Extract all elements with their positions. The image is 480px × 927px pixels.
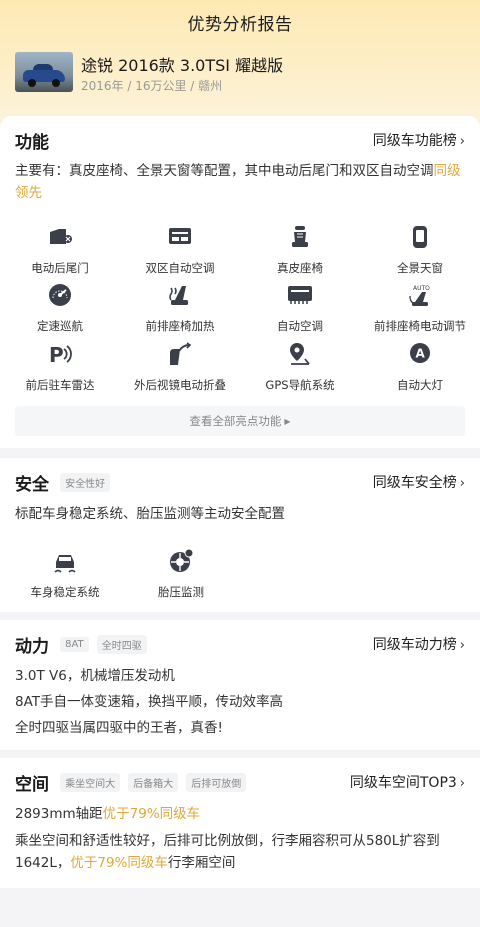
space-title: 空间 bbox=[15, 775, 49, 795]
feature-item[interactable]: 外后视镜电动折叠 bbox=[120, 341, 240, 397]
functions-rank-link[interactable]: 同级车功能榜 › bbox=[373, 130, 465, 150]
power-tag: 全时四驱 bbox=[96, 635, 147, 654]
parking-radar-icon: P bbox=[49, 343, 72, 367]
car-name: 途锐 2016款 3.0TSI 耀越版 bbox=[81, 56, 284, 75]
space-tag: 后备箱大 bbox=[128, 773, 179, 792]
feature-item[interactable]: AUTO 前排座椅电动调节 bbox=[360, 282, 480, 338]
space-tag: 乘坐空间大 bbox=[60, 773, 121, 792]
svg-text:A: A bbox=[416, 347, 426, 361]
chevron-right-icon: › bbox=[459, 476, 465, 491]
feature-item[interactable]: P 前后驻车雷达 bbox=[0, 341, 120, 397]
safety-header: 安全 安全性好 同级车安全榜 › bbox=[15, 470, 465, 495]
functions-desc: 主要有：真皮座椅、全景天窗等配置，其中电动后尾门和双区自动空调同级领先 bbox=[15, 163, 461, 201]
space-rank-link[interactable]: 同级车空间TOP3 › bbox=[350, 772, 465, 792]
power-header: 动力 8AT 全时四驱 同级车动力榜 › bbox=[15, 632, 465, 657]
power-rank-link[interactable]: 同级车动力榜 › bbox=[373, 634, 465, 654]
feature-item[interactable]: 车身稳定系统 bbox=[5, 548, 125, 604]
feature-item[interactable]: GPS导航系统 bbox=[240, 341, 360, 397]
feature-item[interactable]: 定速巡航 bbox=[0, 282, 120, 338]
feature-item[interactable]: 双区自动空调 bbox=[120, 224, 240, 280]
safety-card: 安全 安全性好 同级车安全榜 › 标配车身稳定系统、胎压监测等主动安全配置 车身稳… bbox=[0, 458, 480, 612]
functions-title: 功能 bbox=[15, 133, 49, 153]
feature-item[interactable]: 真皮座椅 bbox=[240, 224, 360, 280]
dual-zone-ac-icon bbox=[169, 228, 191, 244]
feature-item[interactable]: 自动空调 bbox=[240, 282, 360, 338]
page-title: 优势分析报告 bbox=[187, 15, 293, 35]
space-header: 空间 乘坐空间大 后备箱大 后排可放倒 同级车空间TOP3 › bbox=[15, 770, 465, 795]
stability-control-icon bbox=[54, 555, 76, 573]
triangle-right-icon: ▶ bbox=[284, 417, 291, 426]
power-line: 全时四驱当属四驱中的王者，真香! bbox=[15, 720, 223, 736]
safety-tag: 安全性好 bbox=[60, 473, 111, 492]
car-thumbnail bbox=[15, 52, 73, 92]
gps-navigation-icon bbox=[290, 343, 310, 365]
feature-item[interactable]: 胎压监测 bbox=[121, 548, 241, 604]
power-line: 8AT手自一体变速箱，换挡平顺，传动效率高 bbox=[15, 694, 284, 710]
svg-text:AUTO: AUTO bbox=[413, 285, 430, 292]
space-card: 空间 乘坐空间大 后备箱大 后排可放倒 同级车空间TOP3 › 2893mm轴距优… bbox=[0, 758, 480, 888]
chevron-right-icon: › bbox=[459, 134, 465, 149]
power-tailgate-icon bbox=[50, 229, 72, 244]
svg-text:P: P bbox=[49, 343, 64, 367]
chevron-right-icon: › bbox=[459, 776, 465, 791]
space-tag: 后排可放倒 bbox=[186, 773, 247, 792]
auto-ac-icon bbox=[288, 286, 312, 304]
power-title: 动力 bbox=[15, 637, 49, 657]
power-tag: 8AT bbox=[60, 637, 89, 652]
leather-seat-icon bbox=[292, 226, 308, 247]
space-wheelbase: 2893mm轴距优于79%同级车 bbox=[15, 806, 201, 822]
car-summary: 途锐 2016款 3.0TSI 耀越版 2016年 / 16万公里 / 赣州 bbox=[15, 52, 465, 96]
functions-card: 功能 同级车功能榜 › 主要有：真皮座椅、全景天窗等配置，其中电动后尾门和双区自动… bbox=[0, 116, 480, 448]
feature-item[interactable]: 全景天窗 bbox=[360, 224, 480, 280]
auto-headlight-icon: A bbox=[410, 343, 430, 363]
power-card: 动力 8AT 全时四驱 同级车动力榜 › 3.0T V6，机械增压发动机 8AT手… bbox=[0, 620, 480, 750]
feature-item[interactable]: 前排座椅加热 bbox=[120, 282, 240, 338]
power-line: 3.0T V6，机械增压发动机 bbox=[15, 668, 175, 684]
power-seat-adjust-icon: AUTO bbox=[409, 285, 430, 306]
feature-item[interactable]: 电动后尾门 bbox=[0, 224, 120, 280]
safety-title: 安全 bbox=[15, 475, 49, 495]
safety-desc: 标配车身稳定系统、胎压监测等主动安全配置 bbox=[15, 506, 285, 522]
feature-item[interactable]: A 自动大灯 bbox=[360, 341, 480, 397]
tire-pressure-icon bbox=[170, 548, 194, 572]
car-meta: 2016年 / 16万公里 / 赣州 bbox=[81, 79, 223, 93]
functions-header: 功能 同级车功能榜 › bbox=[15, 128, 465, 153]
safety-rank-link[interactable]: 同级车安全榜 › bbox=[373, 472, 465, 492]
space-desc: 乘坐空间和舒适性较好，后排可比例放倒，行李厢容积可从580L扩容到1642L，优… bbox=[15, 833, 440, 871]
panoramic-sunroof-icon bbox=[413, 226, 427, 248]
chevron-right-icon: › bbox=[459, 638, 465, 653]
mirror-fold-icon bbox=[170, 342, 192, 365]
cruise-control-icon bbox=[49, 284, 71, 306]
view-all-features-button[interactable]: 查看全部亮点功能 ▶ bbox=[15, 406, 465, 436]
seat-heating-icon bbox=[169, 286, 188, 305]
